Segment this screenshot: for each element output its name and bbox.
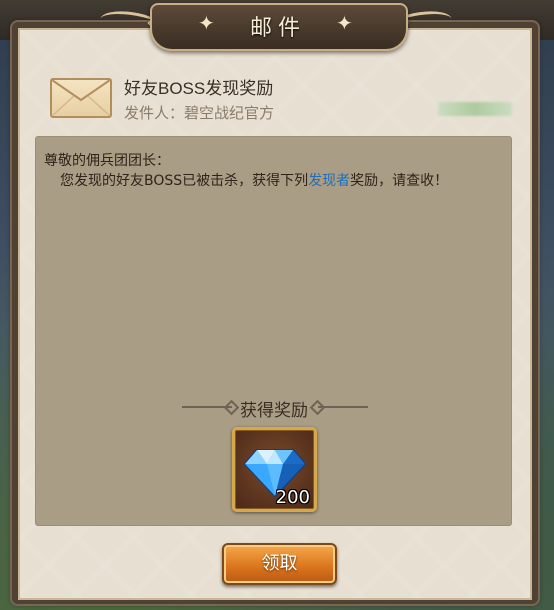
envelope-icon — [50, 78, 112, 118]
reward-item-slot[interactable]: 200 — [232, 427, 317, 512]
item-count: 200 — [275, 487, 310, 508]
claim-button[interactable]: 领取 — [222, 543, 337, 585]
mail-sender: 发件人：碧空战纪官方 — [124, 104, 275, 122]
sparkle-icon: ✦ — [336, 11, 353, 35]
mail-title: 好友BOSS发现奖励 — [124, 79, 274, 98]
reward-title: 获得奖励 — [240, 401, 308, 421]
divider-line — [318, 406, 368, 408]
reward-header: 获得奖励 — [178, 396, 370, 421]
sparkle-icon: ✦ — [198, 11, 215, 35]
mail-greeting: 尊敬的佣兵团团长： — [44, 153, 170, 169]
blurred-date — [438, 102, 512, 116]
window-title: 邮件 — [249, 16, 306, 41]
content-text-end: 奖励，请查收！ — [350, 173, 449, 189]
mail-content: 您发现的好友BOSS已被击杀，获得下列发现者奖励，请查收！ — [44, 171, 502, 192]
content-highlight: 发现者 — [308, 173, 351, 189]
content-text: 您发现的好友BOSS已被击杀，获得下列 — [60, 173, 309, 189]
